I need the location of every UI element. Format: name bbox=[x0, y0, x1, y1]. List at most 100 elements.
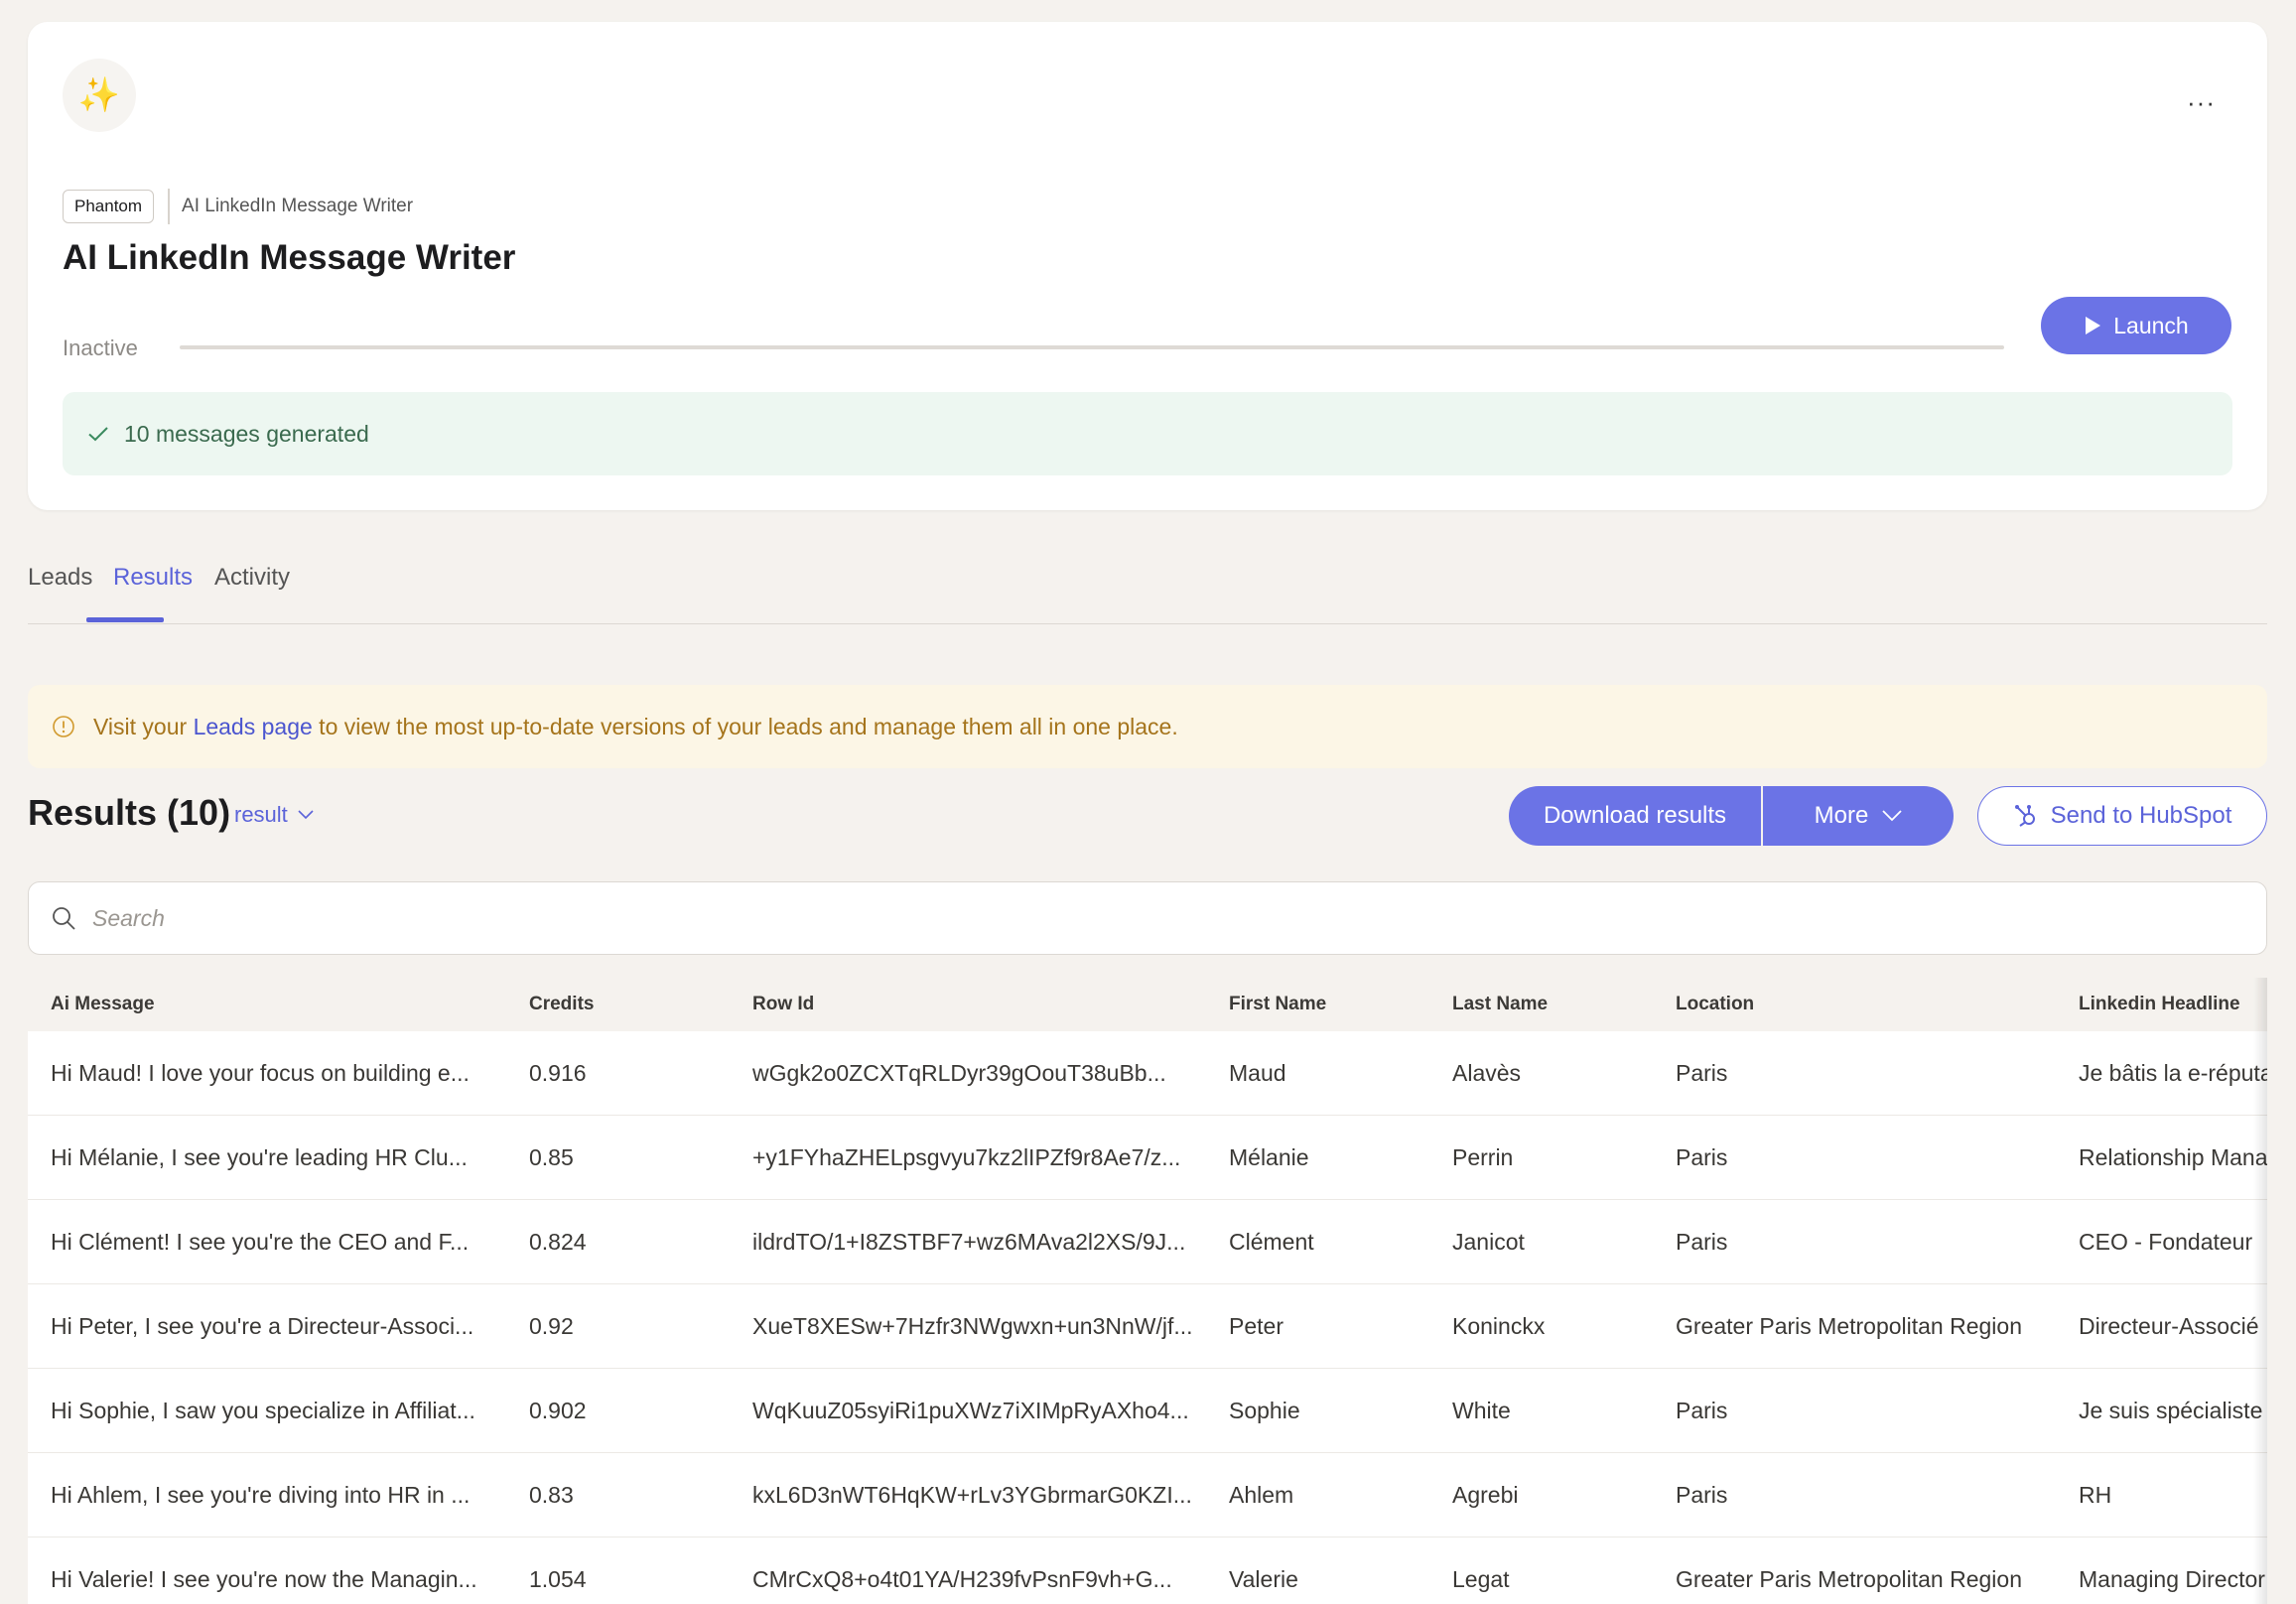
play-icon bbox=[2086, 317, 2101, 334]
table-cell: Directeur-Associé bbox=[2056, 1283, 2267, 1369]
table-cell: RH bbox=[2056, 1452, 2267, 1537]
tab-leads[interactable]: Leads bbox=[28, 564, 92, 592]
table-cell: White bbox=[1429, 1368, 1653, 1453]
chevron-down-icon bbox=[298, 810, 314, 820]
breadcrumb-current: AI LinkedIn Message Writer bbox=[182, 196, 414, 216]
table-cell: Mélanie bbox=[1206, 1115, 1429, 1200]
table-cell: Hi Clément! I see you're the CEO and F..… bbox=[28, 1199, 506, 1284]
table-cell: Maud bbox=[1206, 1031, 1429, 1116]
column-header[interactable]: Location bbox=[1653, 978, 2056, 1031]
table-header-row: Ai Message Credits Row Id First Name Last Na… bbox=[28, 978, 2267, 1031]
table-row[interactable]: Hi Mélanie, I see you're leading HR Clu.… bbox=[28, 1115, 2267, 1200]
table-cell: Paris bbox=[1653, 1031, 2056, 1116]
table-row[interactable]: Hi Valerie! I see you're now the Managin… bbox=[28, 1537, 2267, 1604]
page-title: AI LinkedIn Message Writer bbox=[63, 238, 516, 277]
table-cell: Hi Valerie! I see you're now the Managin… bbox=[28, 1537, 506, 1604]
table-cell: Agrebi bbox=[1429, 1452, 1653, 1537]
download-results-button[interactable]: Download results bbox=[1509, 786, 1761, 846]
send-to-hubspot-button[interactable]: Send to HubSpot bbox=[1977, 786, 2267, 846]
search-bar bbox=[28, 881, 2267, 955]
column-header[interactable]: Ai Message bbox=[28, 978, 506, 1031]
table-cell: CEO - Fondateur bbox=[2056, 1199, 2267, 1284]
table-cell: 0.83 bbox=[506, 1452, 730, 1537]
active-tab-indicator bbox=[86, 617, 164, 622]
column-header[interactable]: Last Name bbox=[1429, 978, 1653, 1031]
table-cell: WqKuuZ05syiRi1puXWz7iXIMpRyAXho4... bbox=[730, 1368, 1206, 1453]
hubspot-icon bbox=[2014, 805, 2035, 827]
table-cell: 1.054 bbox=[506, 1537, 730, 1604]
status-label: Inactive bbox=[63, 335, 138, 360]
table-cell: 0.916 bbox=[506, 1031, 730, 1116]
table-row[interactable]: Hi Ahlem, I see you're diving into HR in… bbox=[28, 1452, 2267, 1537]
launch-label: Launch bbox=[2113, 312, 2189, 338]
table-cell: Hi Peter, I see you're a Directeur-Assoc… bbox=[28, 1283, 506, 1369]
table-cell: Koninckx bbox=[1429, 1283, 1653, 1369]
search-input[interactable] bbox=[90, 903, 2179, 933]
table-cell: Peter bbox=[1206, 1283, 1429, 1369]
table-cell: Je suis spécialiste bbox=[2056, 1368, 2267, 1453]
leads-page-link[interactable]: Leads page bbox=[194, 714, 313, 739]
progress-track bbox=[180, 345, 2004, 349]
table-cell: Hi Ahlem, I see you're diving into HR in… bbox=[28, 1452, 506, 1537]
table-cell: Legat bbox=[1429, 1537, 1653, 1604]
phantom-card: ✨ ··· Phantom AI LinkedIn Message Writer… bbox=[28, 22, 2267, 510]
table-cell: 0.85 bbox=[506, 1115, 730, 1200]
result-dropdown[interactable]: result bbox=[234, 802, 314, 828]
table-cell: 0.902 bbox=[506, 1368, 730, 1453]
table-cell: Greater Paris Metropolitan Region bbox=[1653, 1283, 2056, 1369]
table-cell: Hi Maud! I love your focus on building e… bbox=[28, 1031, 506, 1116]
more-button[interactable]: More bbox=[1763, 786, 1954, 846]
more-label: More bbox=[1814, 802, 1869, 829]
table-cell: Valerie bbox=[1206, 1537, 1429, 1604]
table-cell: 0.92 bbox=[506, 1283, 730, 1369]
table-row[interactable]: Hi Peter, I see you're a Directeur-Assoc… bbox=[28, 1283, 2267, 1369]
column-header[interactable]: Row Id bbox=[730, 978, 1206, 1031]
table-cell: Alavès bbox=[1429, 1031, 1653, 1116]
table-cell: Je bâtis la e-réputation bbox=[2056, 1031, 2267, 1116]
table-row[interactable]: Hi Maud! I love your focus on building e… bbox=[28, 1031, 2267, 1116]
notice-suffix: to view the most up-to-date versions of … bbox=[312, 713, 1178, 739]
notice-text: Visit your Leads page to view the most u… bbox=[93, 714, 1178, 740]
column-header[interactable]: Credits bbox=[506, 978, 730, 1031]
table-row[interactable]: Hi Clément! I see you're the CEO and F..… bbox=[28, 1199, 2267, 1284]
breadcrumb-divider bbox=[168, 189, 171, 224]
info-icon bbox=[53, 716, 74, 737]
search-icon bbox=[53, 907, 75, 930]
phantom-badge: Phantom bbox=[63, 190, 155, 223]
table-cell: Managing Director bbox=[2056, 1537, 2267, 1604]
table-cell: Clément bbox=[1206, 1199, 1429, 1284]
table-cell: Perrin bbox=[1429, 1115, 1653, 1200]
notice-prefix: Visit your bbox=[93, 713, 194, 739]
tab-activity[interactable]: Activity bbox=[214, 564, 290, 592]
results-table: Ai Message Credits Row Id First Name Last Na… bbox=[28, 978, 2267, 1604]
success-message: 10 messages generated bbox=[124, 420, 369, 447]
table-cell: ildrdTO/1+I8ZSTBF7+wz6MAva2l2XS/9J... bbox=[730, 1199, 1206, 1284]
results-table-container[interactable]: Ai Message Credits Row Id First Name Last Na… bbox=[28, 978, 2267, 1604]
leads-notice-banner: Visit your Leads page to view the most u… bbox=[28, 685, 2267, 768]
results-title: Results (10) bbox=[28, 792, 231, 833]
table-cell: Paris bbox=[1653, 1368, 2056, 1453]
table-cell: Paris bbox=[1653, 1199, 2056, 1284]
success-banner: 10 messages generated bbox=[63, 392, 2232, 475]
table-cell: wGgk2o0ZCXTqRLDyr39gOouT38uBb... bbox=[730, 1031, 1206, 1116]
table-cell: Paris bbox=[1653, 1115, 2056, 1200]
table-cell: CMrCxQ8+o4t01YA/H239fvPsnF9vh+G... bbox=[730, 1537, 1206, 1604]
tab-results[interactable]: Results bbox=[113, 564, 193, 592]
table-body: Hi Maud! I love your focus on building e… bbox=[28, 1031, 2267, 1604]
table-cell: Hi Sophie, I saw you specialize in Affil… bbox=[28, 1368, 506, 1453]
table-cell: 0.824 bbox=[506, 1199, 730, 1284]
table-cell: Relationship Manager bbox=[2056, 1115, 2267, 1200]
table-cell: Paris bbox=[1653, 1452, 2056, 1537]
tab-bar: Leads Results Activity bbox=[28, 556, 2267, 624]
table-cell: Greater Paris Metropolitan Region bbox=[1653, 1537, 2056, 1604]
sparkles-icon: ✨ bbox=[63, 59, 136, 132]
column-header[interactable]: First Name bbox=[1206, 978, 1429, 1031]
table-row[interactable]: Hi Sophie, I saw you specialize in Affil… bbox=[28, 1368, 2267, 1453]
column-header[interactable]: Linkedin Headline bbox=[2056, 978, 2267, 1031]
table-cell: +y1FYhaZHELpsgvyu7kz2lIPZf9r8Ae7/z... bbox=[730, 1115, 1206, 1200]
breadcrumb: Phantom AI LinkedIn Message Writer bbox=[63, 189, 413, 224]
more-options-icon[interactable]: ··· bbox=[2187, 89, 2216, 115]
launch-button[interactable]: Launch bbox=[2041, 297, 2231, 354]
table-cell: Ahlem bbox=[1206, 1452, 1429, 1537]
table-cell: Sophie bbox=[1206, 1368, 1429, 1453]
